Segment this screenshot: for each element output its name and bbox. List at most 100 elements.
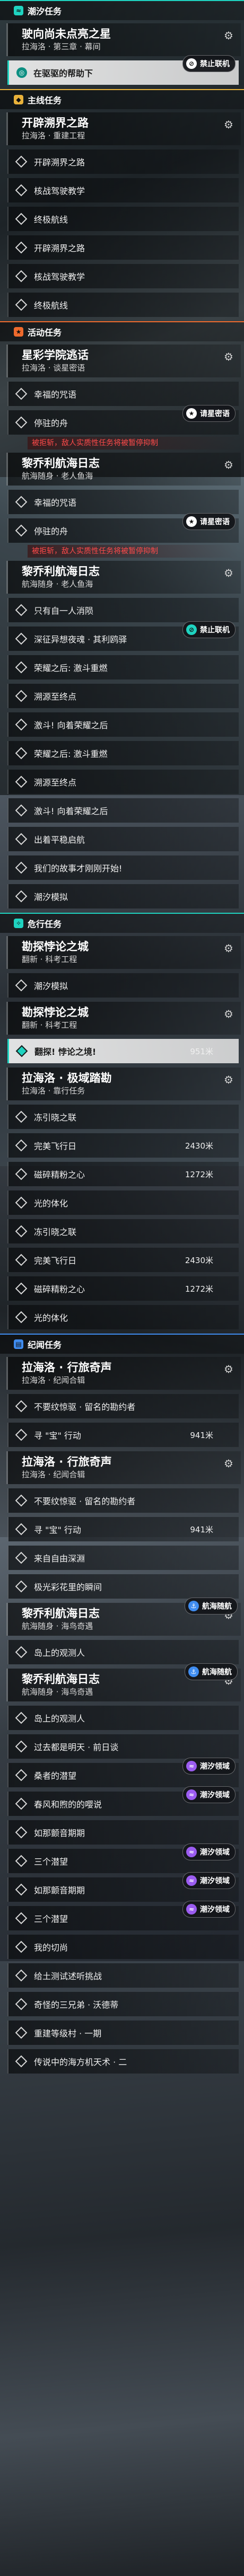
objective-item[interactable]: 潮汐模拟 xyxy=(7,973,239,998)
objective-item[interactable]: 潮汐模拟 xyxy=(7,884,239,908)
objective-diamond-icon xyxy=(15,1110,28,1123)
objective-item[interactable]: 磁碎精粉之心 1272米 xyxy=(7,1162,239,1186)
objective-item[interactable]: 激斗! 向着荣耀之后 xyxy=(7,712,239,737)
objective-item[interactable]: 奇怪的三兄弟 · 沃德蒂 xyxy=(7,1992,239,2016)
track-icon[interactable]: ⚙ xyxy=(221,117,237,133)
objective-item[interactable]: 传说中的海方机天术 · 二 xyxy=(7,2049,239,2074)
objective-item[interactable]: 终极航线 xyxy=(7,207,239,231)
quest-card[interactable]: 勘探悖论之城 翻新 · 科考工程 ⚙ xyxy=(6,936,241,969)
star-icon: ★ xyxy=(186,408,197,419)
quest-card[interactable]: 黎乔利航海日志 航海随身 · 老人鱼海 ⚙ xyxy=(6,561,241,594)
objective-item[interactable]: 寻 "宝" 行动 941米 xyxy=(7,1517,239,1541)
objective-item[interactable]: 磁碎精粉之心 1272米 xyxy=(7,1276,239,1301)
objective-item[interactable]: 深征异想夜魂 · 其利鸥驿 ⊘ 禁止联机 xyxy=(7,621,239,651)
objective-item[interactable]: 开辟溯界之路 xyxy=(7,235,239,260)
quest-card[interactable]: 拉海洛 · 行旅奇声 拉海洛 · 纪闻合辑 ⚙ xyxy=(6,1451,241,1484)
objective-item[interactable]: 荣耀之后: 激斗重燃 xyxy=(7,655,239,680)
objective-item[interactable]: 核战驾驶教学 xyxy=(7,264,239,288)
track-icon[interactable]: ⚙ xyxy=(221,940,237,956)
quest-card[interactable]: 星彩学院逃话 拉海洛 · 谈星密语 ⚙ xyxy=(6,345,241,377)
objective-item[interactable]: 终极航线 xyxy=(7,293,239,317)
objective-item[interactable]: 幸福的咒语 xyxy=(7,382,239,406)
objective-diamond-icon xyxy=(15,1969,28,1982)
objective-item[interactable]: 给土测试述听挑战 xyxy=(7,1963,239,1988)
quest-card[interactable]: 黎乔利航海日志 航海随身 · 老人鱼海 ⚙ xyxy=(6,453,241,486)
track-icon[interactable]: ⚙ xyxy=(221,1361,237,1377)
objective-item[interactable]: 激斗! 向着荣耀之后 xyxy=(7,798,239,823)
track-icon[interactable]: ⚙ xyxy=(221,457,237,473)
objective-diamond-icon xyxy=(15,1139,28,1152)
category-main[interactable]: ◆ 主线任务 xyxy=(0,89,244,109)
objective-item[interactable]: 桑者的潜望 ≈ 潮汐领域 xyxy=(7,1758,239,1787)
objective-item[interactable]: 如那颤音期期 ≈ 潮汐领域 xyxy=(7,1872,239,1902)
objective-item[interactable]: 幸福的咒语 xyxy=(7,490,239,514)
quest-subtitle: 航海随身 · 海鸟奇遇 xyxy=(22,1687,93,1697)
objective-item[interactable]: 荣耀之后: 激斗重燃 xyxy=(7,741,239,765)
objective-diamond-icon xyxy=(15,1523,28,1536)
objective-item[interactable]: 不要纹惊驱 · 留名的勘约者 xyxy=(7,1394,239,1418)
track-icon[interactable]: ⚙ xyxy=(221,565,237,581)
objective-item[interactable]: ◎ 在驱驱的帮助下 ⊘ 禁止联机 xyxy=(7,55,239,85)
objective-text: 光的体化 xyxy=(34,1313,68,1323)
objective-item[interactable]: 核战驾驶教学 xyxy=(7,178,239,202)
category-event[interactable]: ★ 活动任务 xyxy=(0,321,244,341)
objective-item[interactable]: 光的体化 xyxy=(7,1190,239,1215)
objective-distance: 2430米 xyxy=(185,1141,213,1151)
quest-card[interactable]: 勘探悖论之城 翻新 · 科考工程 ⚙ xyxy=(6,1002,241,1035)
quest-card[interactable]: 黎乔利航海日志 航海随身 · 海鸟奇遇 ⚙ ⚓ 航海随航 xyxy=(6,1598,241,1636)
objective-text: 岛上的观测人 xyxy=(34,1714,85,1724)
objective-item[interactable]: 重建等级村 · 一期 xyxy=(7,2021,239,2045)
objective-item[interactable]: 出着平稳启航 xyxy=(7,827,239,851)
quest-card[interactable]: 拉海洛 · 极域踏勘 拉海洛 · 靠行任务 ⚙ xyxy=(6,1068,241,1100)
category-label: 主线任务 xyxy=(28,95,62,105)
book-icon: ▤ xyxy=(14,1339,23,1349)
objective-diamond-icon xyxy=(15,1940,28,1953)
objective-item[interactable]: 来自自由深淵 xyxy=(7,1546,239,1570)
objective-item[interactable]: 只有自一人消陨 xyxy=(7,598,239,622)
objective-item[interactable]: 翻探! 悖论之境! 951米 xyxy=(7,1039,239,1063)
objective-item[interactable]: 冻引晓之联 xyxy=(7,1105,239,1129)
track-icon[interactable]: ⚙ xyxy=(221,28,237,43)
objective-item[interactable]: 溯源至终点 xyxy=(7,684,239,708)
objective-item[interactable]: 我们的故事才刚刚开始! xyxy=(7,855,239,880)
objective-item[interactable]: 冻引晓之联 xyxy=(7,1219,239,1243)
track-icon[interactable]: ⚙ xyxy=(221,1006,237,1022)
badge-label: 潮汐领域 xyxy=(200,1762,230,1771)
quest-subtitle: 拉海洛 · 重建工程 xyxy=(22,131,85,140)
wave-icon: ≈ xyxy=(186,1847,197,1857)
objective-item[interactable]: 完美飞行日 2430米 xyxy=(7,1248,239,1272)
objective-item[interactable]: 溯源至终点 xyxy=(7,770,239,794)
quest-panel: ≈ 潮汐任务驶向尚未点亮之星 拉海洛 · 第三章 · 幕间 ⚙ ◎ 在驱驱的帮助下 ⊘ 禁止联… xyxy=(0,0,244,2078)
objective-item[interactable]: 我的切尚 xyxy=(7,1935,239,1959)
category-tide[interactable]: ≈ 潮汐任务 xyxy=(0,0,244,20)
quest-card[interactable]: 开辟溯界之路 拉海洛 · 重建工程 ⚙ xyxy=(6,112,241,145)
objective-item[interactable]: 三个潜望 ≈ 潮汐领域 xyxy=(7,1843,239,1873)
quest-card[interactable]: 驶向尚未点亮之星 拉海洛 · 第三章 · 幕间 ⚙ xyxy=(6,23,241,56)
track-icon[interactable]: ⚙ xyxy=(221,349,237,365)
status-badge: ≈ 潮汐领域 xyxy=(182,1758,236,1775)
objective-diamond-icon xyxy=(15,890,28,903)
category-chronicle[interactable]: ▤ 纪闻任务 xyxy=(0,1334,244,1354)
objective-item[interactable]: 完美飞行日 2430米 xyxy=(7,1133,239,1158)
objective-item[interactable]: 春风和煦的的嘤说 ≈ 潮汐领域 xyxy=(7,1786,239,1816)
objective-item[interactable]: 极光彩花里的瞬间 xyxy=(7,1574,239,1599)
objective-diamond-icon xyxy=(15,1998,28,2010)
track-icon[interactable]: ⚙ xyxy=(221,1072,237,1088)
objective-item[interactable]: 不要纹惊驱 · 留名的勘约者 xyxy=(7,1488,239,1513)
objective-item[interactable]: 岛上的观测人 xyxy=(7,1706,239,1730)
objective-item[interactable]: 如那颤音期期 xyxy=(7,1820,239,1845)
category-exploration[interactable]: ✧ 危行任务 xyxy=(0,913,244,933)
objective-item[interactable]: 停驻的舟 ★ 请星密语 xyxy=(7,513,239,543)
objective-item[interactable]: 停驻的舟 ★ 请星密语 xyxy=(7,405,239,435)
objective-item[interactable]: 过去都是明天 · 前日谈 xyxy=(7,1734,239,1759)
objective-item[interactable]: 开辟溯界之路 xyxy=(7,149,239,174)
objective-diamond-icon xyxy=(15,775,28,788)
objective-diamond-icon xyxy=(15,1740,28,1753)
objective-item[interactable]: 三个潜望 ≈ 潮汐领域 xyxy=(7,1901,239,1930)
quest-card[interactable]: 拉海洛 · 行旅奇声 拉海洛 · 纪闻合辑 ⚙ xyxy=(6,1357,241,1390)
objective-item[interactable]: 岛上的观测人 xyxy=(7,1640,239,1664)
objective-item[interactable]: 光的体化 xyxy=(7,1305,239,1329)
track-icon[interactable]: ⚙ xyxy=(221,1455,237,1471)
objective-item[interactable]: 寻 "宝" 行动 941米 xyxy=(7,1423,239,1447)
quest-card[interactable]: 黎乔利航海日志 航海随身 · 海鸟奇遇 ⚙ ⚓ 航海随航 xyxy=(6,1663,241,1701)
